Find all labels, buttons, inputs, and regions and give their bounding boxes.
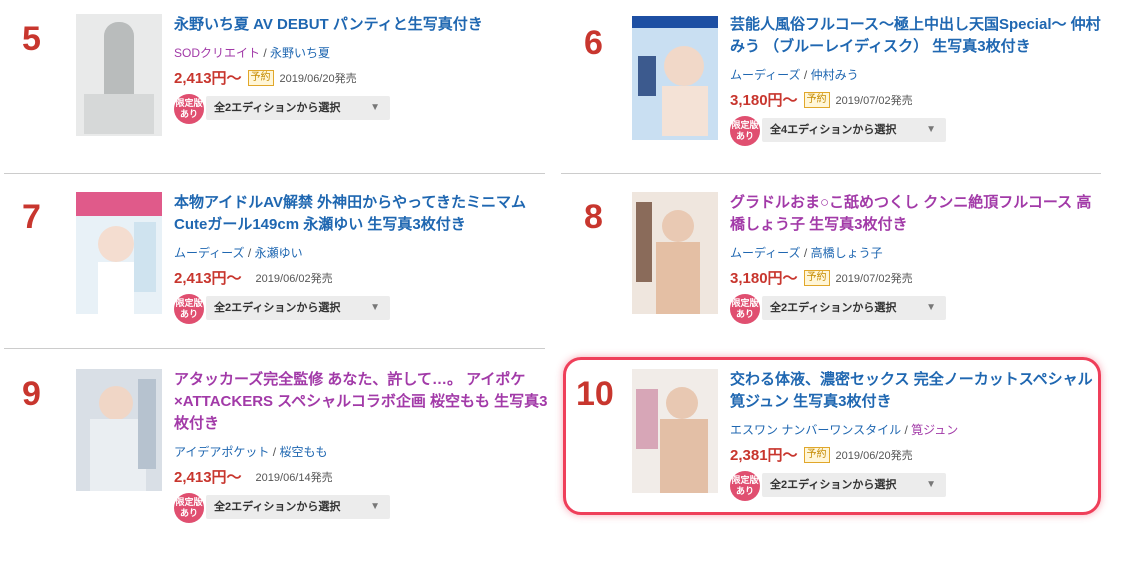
separator: / — [263, 46, 267, 60]
separator: / — [272, 445, 277, 459]
edition-select-label: 全2エディションから選択 — [770, 302, 897, 314]
product-title[interactable]: アタッカーズ完全監修 あなた、許して…。 アイポケ×ATTACKERS スペシャ… — [174, 369, 549, 435]
rank-number: 6 — [584, 24, 603, 62]
product-title[interactable]: 永野いち夏 AV DEBUT パンティと生写真付き — [174, 14, 549, 36]
rank-number: 10 — [576, 375, 614, 413]
preorder-badge: 予約 — [803, 446, 830, 463]
preorder-badge: 予約 — [247, 69, 274, 86]
separator: / — [247, 246, 252, 260]
ranking-item-5[interactable]: 5 永野いち夏 AV DEBUT パンティと生写真付き SODクリエイト / 永… — [0, 12, 560, 182]
maker-link[interactable]: ムーディーズ — [174, 246, 245, 260]
preorder-badge: 予約 — [803, 91, 830, 108]
edition-select[interactable]: 全2エディションから選択 ▼ — [206, 495, 390, 519]
release-date: 2019/06/20発売 — [835, 449, 913, 462]
product-title[interactable]: 芸能人風俗フルコース〜極上中出し天国Special〜 仲村みう （ブルーレイディ… — [730, 14, 1105, 58]
price: 2,413円〜 — [174, 70, 242, 87]
edition-select-label: 全4エディションから選択 — [770, 124, 897, 136]
cover-image[interactable] — [76, 369, 162, 491]
release-date: 2019/07/02発売 — [835, 94, 913, 107]
divider — [561, 173, 1101, 174]
chevron-down-icon: ▼ — [926, 479, 936, 490]
edition-select[interactable]: 全2エディションから選択 ▼ — [206, 96, 390, 120]
cover-image[interactable] — [632, 192, 718, 314]
price: 3,180円〜 — [730, 270, 798, 287]
divider — [4, 173, 545, 174]
separator: / — [803, 246, 808, 260]
actress-link[interactable]: 永瀬ゆい — [255, 246, 303, 260]
price: 3,180円〜 — [730, 92, 798, 109]
limited-edition-badge: 限定版 あり — [174, 94, 204, 124]
actress-link[interactable]: 高橋しょう子 — [811, 246, 883, 260]
product-title[interactable]: グラドルおま○こ舐めつくし クンニ絶頂フルコース 高橋しょう子 生写真3枚付き — [730, 192, 1105, 236]
rank-number: 9 — [22, 375, 41, 413]
product-title[interactable]: 本物アイドルAV解禁 外神田からやってきたミニマムCuteガール149cm 永瀬… — [174, 192, 549, 236]
edition-select-label: 全2エディションから選択 — [214, 302, 341, 314]
price: 2,381円〜 — [730, 447, 798, 464]
edition-select-label: 全2エディションから選択 — [214, 501, 341, 513]
chevron-down-icon: ▼ — [370, 302, 380, 313]
release-date: 2019/07/02発売 — [835, 272, 913, 285]
price: 2,413円〜 — [174, 469, 242, 486]
maker-link[interactable]: SODクリエイト — [174, 46, 260, 60]
rank-number: 5 — [22, 20, 41, 58]
cover-image[interactable] — [76, 192, 162, 314]
chevron-down-icon: ▼ — [926, 124, 936, 135]
limited-edition-badge: 限定版 あり — [174, 493, 204, 523]
cover-image[interactable] — [76, 14, 162, 136]
separator: / — [904, 423, 908, 437]
limited-edition-badge: 限定版 あり — [730, 471, 760, 501]
rank-number: 8 — [584, 198, 603, 236]
product-title[interactable]: 交わる体液、濃密セックス 完全ノーカットスペシャル 筧ジュン 生写真3枚付き — [730, 369, 1105, 413]
ranking-item-10[interactable]: 10 交わる体液、濃密セックス 完全ノーカットスペシャル 筧ジュン 生写真3枚付… — [556, 367, 1116, 537]
rank-number: 7 — [22, 198, 41, 236]
ranking-item-8[interactable]: 8 グラドルおま○こ舐めつくし クンニ絶頂フルコース 高橋しょう子 生写真3枚付… — [556, 190, 1116, 360]
edition-select-label: 全2エディションから選択 — [214, 102, 341, 114]
divider — [4, 348, 545, 349]
chevron-down-icon: ▼ — [370, 102, 380, 113]
edition-select-label: 全2エディションから選択 — [770, 479, 897, 491]
chevron-down-icon: ▼ — [926, 302, 936, 313]
limited-edition-badge: 限定版 あり — [730, 116, 760, 146]
edition-select[interactable]: 全2エディションから選択 ▼ — [206, 296, 390, 320]
maker-link[interactable]: アイデアポケット — [174, 445, 269, 459]
cover-image[interactable] — [632, 369, 718, 493]
release-date: 2019/06/14発売 — [255, 471, 333, 484]
release-date: 2019/06/20発売 — [279, 72, 357, 85]
preorder-badge: 予約 — [803, 269, 830, 286]
cover-image[interactable] — [632, 16, 718, 140]
edition-select[interactable]: 全4エディションから選択 ▼ — [762, 118, 946, 142]
limited-edition-badge: 限定版 あり — [174, 294, 204, 324]
release-date: 2019/06/02発売 — [255, 272, 333, 285]
ranking-item-9[interactable]: 9 アタッカーズ完全監修 あなた、許して…。 アイポケ×ATTACKERS スペ… — [0, 367, 560, 537]
ranking-item-7[interactable]: 7 本物アイドルAV解禁 外神田からやってきたミニマムCuteガール149cm … — [0, 190, 560, 360]
chevron-down-icon: ▼ — [370, 501, 380, 512]
actress-link[interactable]: 永野いち夏 — [270, 46, 330, 60]
separator: / — [803, 68, 808, 82]
maker-link[interactable]: ムーディーズ — [730, 68, 801, 82]
maker-link[interactable]: ムーディーズ — [730, 246, 801, 260]
maker-link[interactable]: エスワン ナンバーワンスタイル — [730, 423, 901, 437]
price: 2,413円〜 — [174, 270, 242, 287]
ranking-item-6[interactable]: 6 芸能人風俗フルコース〜極上中出し天国Special〜 仲村みう （ブルーレイ… — [556, 12, 1116, 182]
actress-link[interactable]: 桜空もも — [279, 445, 327, 459]
edition-select[interactable]: 全2エディションから選択 ▼ — [762, 296, 946, 320]
actress-link[interactable]: 仲村みう — [811, 68, 859, 82]
limited-edition-badge: 限定版 あり — [730, 294, 760, 324]
actress-link[interactable]: 筧ジュン — [911, 423, 958, 437]
edition-select[interactable]: 全2エディションから選択 ▼ — [762, 473, 946, 497]
